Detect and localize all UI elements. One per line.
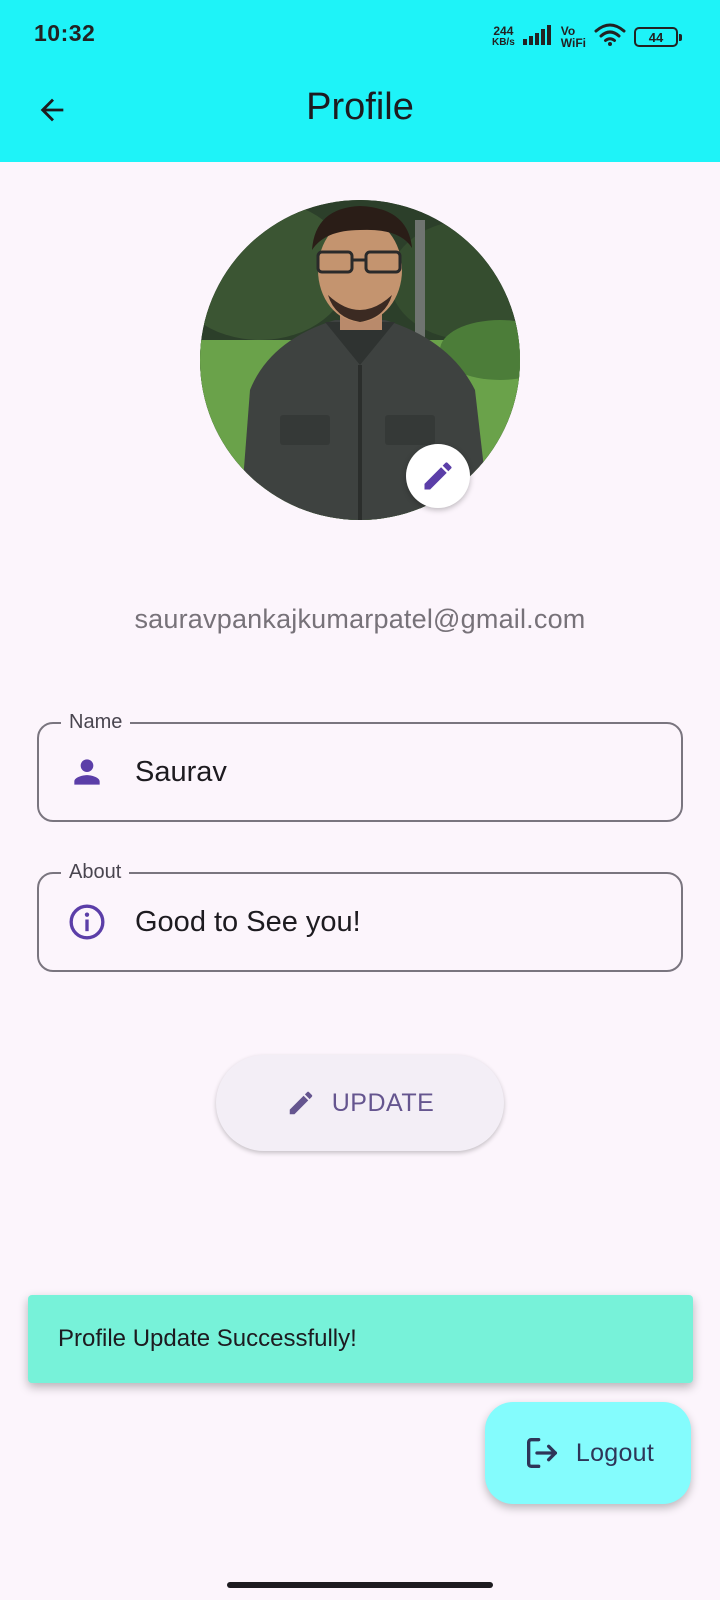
about-input[interactable]: Good to See you! <box>135 906 361 939</box>
about-field[interactable]: About Good to See you! <box>37 858 683 972</box>
logout-button-label: Logout <box>575 1438 655 1467</box>
profile-screen: 10:32 244 KB/s Vo WiFi 44 Profile saurav… <box>0 0 720 1600</box>
battery-level: 44 <box>648 29 664 45</box>
update-button[interactable]: UPDATE <box>216 1055 504 1151</box>
snackbar-message: Profile Update Successfully! <box>58 1325 357 1352</box>
info-icon <box>39 902 129 942</box>
avatar[interactable] <box>200 200 520 520</box>
status-time: 10:32 <box>34 20 96 46</box>
page-title: Profile <box>306 86 414 128</box>
edit-photo-button[interactable] <box>406 444 470 508</box>
avatar-container <box>200 200 520 520</box>
app-bar: 10:32 244 KB/s Vo WiFi 44 Profile <box>0 0 720 162</box>
pencil-icon <box>424 462 452 490</box>
about-field-label: About <box>61 858 130 886</box>
name-field-label: Name <box>61 708 131 736</box>
status-icons: 244 KB/s Vo WiFi 44 <box>491 22 682 52</box>
name-field[interactable]: Name Saurav <box>37 708 683 822</box>
snackbar: Profile Update Successfully! <box>28 1295 693 1383</box>
name-input[interactable]: Saurav <box>135 756 227 789</box>
signal-icon <box>522 24 553 50</box>
battery-icon: 44 <box>634 27 682 47</box>
logout-icon <box>526 1438 557 1468</box>
network-speed-value: 244 <box>493 24 514 38</box>
home-indicator[interactable] <box>227 1582 493 1588</box>
vowifi-indicator: Vo WiFi <box>561 25 586 49</box>
profile-email: sauravpankajkumarpatel@gmail.com <box>134 604 586 634</box>
wifi-label: WiFi <box>560 36 586 50</box>
update-button-label: UPDATE <box>331 1088 435 1117</box>
pencil-icon <box>289 1091 312 1115</box>
network-speed: 244 KB/s <box>491 24 515 48</box>
person-icon <box>39 753 129 791</box>
network-speed-unit: KB/s <box>491 37 515 48</box>
wifi-icon <box>594 23 626 52</box>
logout-button[interactable]: Logout <box>485 1402 691 1504</box>
